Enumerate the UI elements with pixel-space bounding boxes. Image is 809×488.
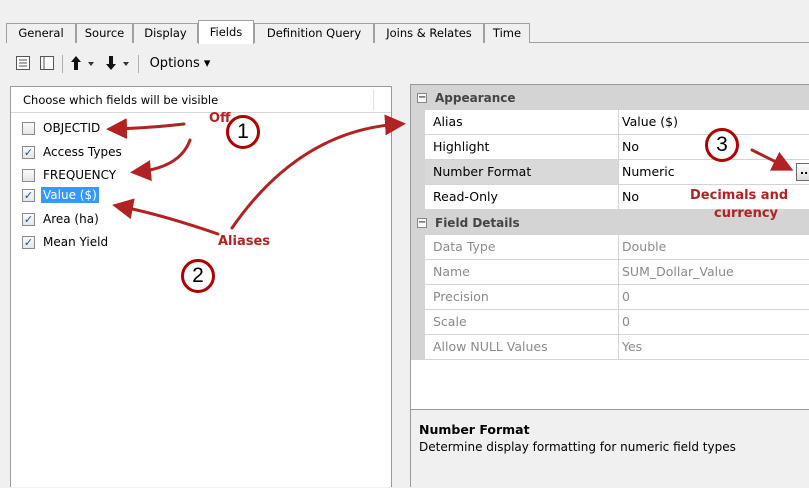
move-down-icon[interactable] xyxy=(102,52,134,74)
category-appearance[interactable]: − Appearance xyxy=(411,85,809,110)
category-label: Field Details xyxy=(435,215,520,230)
property-name: Alias xyxy=(425,110,619,135)
list-view-icon[interactable] xyxy=(36,52,58,74)
annotation-badge-2: 2 xyxy=(181,259,215,293)
property-row-name[interactable]: Name SUM_Dollar_Value xyxy=(411,260,809,285)
tab-fields[interactable]: Fields xyxy=(198,20,254,44)
tab-time[interactable]: Time xyxy=(484,23,530,43)
tab-definition-query[interactable]: Definition Query xyxy=(254,23,374,43)
fields-list-header-label: Choose which fields will be visible xyxy=(23,93,219,107)
property-value-name: SUM_Dollar_Value xyxy=(619,260,809,285)
property-value-precision: 0 xyxy=(619,285,809,310)
property-name: Allow NULL Values xyxy=(425,335,619,360)
category-label: Appearance xyxy=(435,90,516,105)
property-name: Scale xyxy=(425,310,619,335)
collapse-icon[interactable]: − xyxy=(417,92,427,103)
property-name: Name xyxy=(425,260,619,285)
tab-display[interactable]: Display xyxy=(133,23,198,43)
property-row-scale[interactable]: Scale 0 xyxy=(411,310,809,335)
field-checkbox-access-types[interactable]: ✓ xyxy=(22,145,35,159)
field-row-value[interactable]: ✓ Value ($) xyxy=(22,185,99,205)
table-view-icon[interactable] xyxy=(12,52,34,74)
help-title: Number Format xyxy=(419,422,530,437)
annotation-badge-1: 1 xyxy=(226,115,260,149)
property-value-scale: 0 xyxy=(619,310,809,335)
property-row-allow-null[interactable]: Allow NULL Values Yes xyxy=(411,335,809,360)
field-label: Value ($) xyxy=(41,187,99,203)
options-menu-button[interactable]: Options ▾ xyxy=(143,52,217,74)
property-row-precision[interactable]: Precision 0 xyxy=(411,285,809,310)
annotation-currency: currency xyxy=(714,206,779,221)
field-row-access-types[interactable]: ✓ Access Types xyxy=(22,142,124,162)
annotation-badge-3: 3 xyxy=(705,128,739,162)
property-value-allow-null: Yes xyxy=(619,335,809,360)
field-label: Mean Yield xyxy=(43,235,109,249)
property-name: Data Type xyxy=(425,235,619,260)
property-value-data-type: Double xyxy=(619,235,809,260)
field-label: Area (ha) xyxy=(43,212,99,226)
property-help-box: Number Format Determine display formatti… xyxy=(411,409,809,488)
move-up-icon[interactable] xyxy=(67,52,99,74)
property-value-number-format[interactable]: Numeric .. xyxy=(619,160,809,185)
tab-strip: General Source Display Fields Definition… xyxy=(6,20,809,44)
tab-source[interactable]: Source xyxy=(76,23,133,43)
field-row-objectid[interactable]: OBJECTID xyxy=(22,118,102,138)
property-name: Number Format xyxy=(425,160,619,185)
field-row-mean-yield[interactable]: ✓ Mean Yield xyxy=(22,232,110,252)
property-row-highlight[interactable]: Highlight No xyxy=(411,135,809,160)
help-description: Determine display formatting for numeric… xyxy=(419,440,736,454)
annotation-decimals: Decimals and xyxy=(690,188,789,203)
property-row-data-type[interactable]: Data Type Double xyxy=(411,235,809,260)
number-format-value: Numeric xyxy=(622,164,675,179)
field-row-area[interactable]: ✓ Area (ha) xyxy=(22,209,101,229)
collapse-icon[interactable]: − xyxy=(417,217,427,228)
field-properties-panel: − Appearance Alias Value ($) Highlight N… xyxy=(410,84,809,488)
field-checkbox-frequency[interactable] xyxy=(22,168,35,182)
field-label: Access Types xyxy=(43,145,122,159)
property-row-alias[interactable]: Alias Value ($) xyxy=(411,110,809,135)
tab-general[interactable]: General xyxy=(6,23,76,43)
field-checkbox-mean-yield[interactable]: ✓ xyxy=(22,235,35,249)
property-name: Precision xyxy=(425,285,619,310)
field-checkbox-area[interactable]: ✓ xyxy=(22,212,35,226)
property-name: Read-Only xyxy=(425,185,619,210)
tab-joins-relates[interactable]: Joins & Relates xyxy=(374,23,484,43)
annotation-aliases: Aliases xyxy=(218,234,271,249)
field-label: OBJECTID xyxy=(43,121,101,135)
field-checkbox-value[interactable]: ✓ xyxy=(22,188,35,202)
field-checkbox-objectid[interactable] xyxy=(22,121,35,135)
fields-list-header: Choose which fields will be visible xyxy=(11,87,391,113)
number-format-ellipsis-button[interactable]: .. xyxy=(796,163,809,181)
field-label: FREQUENCY xyxy=(43,168,117,182)
fields-toolbar: Options ▾ xyxy=(12,52,272,76)
field-row-frequency[interactable]: FREQUENCY xyxy=(22,165,118,185)
property-row-number-format[interactable]: Number Format Numeric .. xyxy=(411,160,809,185)
property-name: Highlight xyxy=(425,135,619,160)
